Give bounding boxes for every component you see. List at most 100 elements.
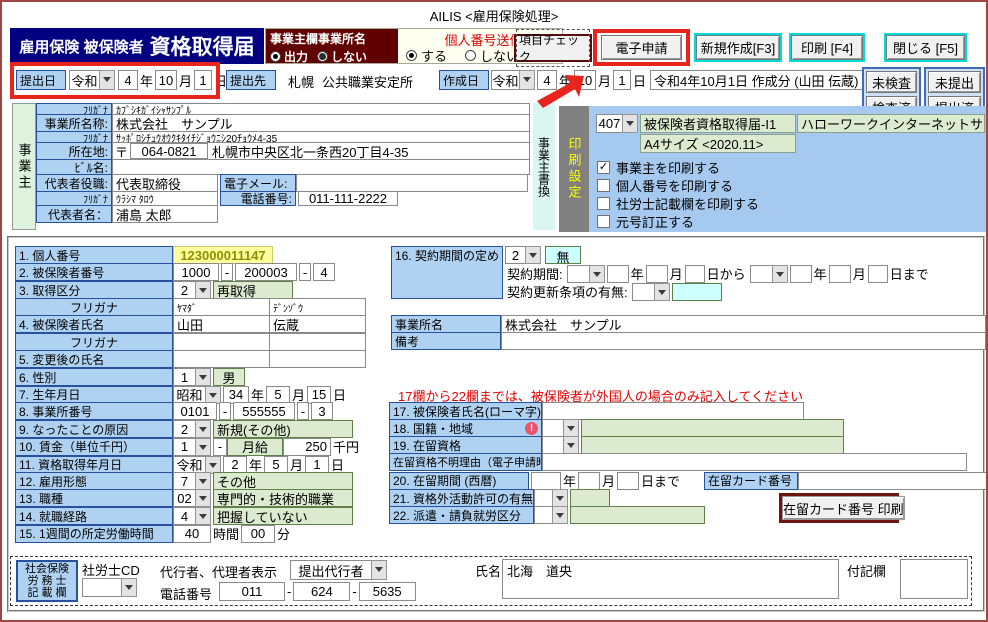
status-unsubmitted-button[interactable]: 未提出	[928, 71, 981, 93]
reason-select[interactable]: 2	[173, 420, 211, 438]
submit-month-field[interactable]: 10	[155, 70, 177, 90]
newname1-field[interactable]	[173, 350, 270, 368]
employer-addr-label: 所在地:	[36, 142, 112, 160]
insured-name2-field[interactable]: 伝蔵	[269, 315, 366, 333]
birth-day-field[interactable]: 15	[307, 386, 331, 404]
insured-kana1-field[interactable]: ﾔﾏﾀﾞ	[173, 298, 270, 316]
office-name-field[interactable]: 株式会社 サンプル	[501, 315, 986, 333]
employer-name-field[interactable]: 株式会社 サンプル	[112, 114, 530, 132]
unit-from-day: 日から	[707, 264, 746, 283]
wage-select[interactable]: 1	[173, 438, 211, 456]
newname-kana2-field[interactable]	[269, 333, 366, 351]
insured-no-c[interactable]: 4	[313, 263, 335, 281]
created-note-field[interactable]: 令和4年10月1日 作成分 (山田 伝蔵)	[650, 70, 893, 90]
week-minutes-field[interactable]: 00	[241, 525, 275, 543]
postal-code-field[interactable]: 064-0821	[130, 143, 208, 159]
week-hours-field[interactable]: 40	[173, 525, 211, 543]
residence-card-print-button[interactable]: 在留カード番号 印刷	[779, 493, 899, 523]
office-no-b[interactable]: 555555	[233, 402, 295, 420]
created-era-select[interactable]: 令和	[491, 70, 535, 90]
activity-permit-select[interactable]	[534, 489, 568, 507]
print-sharoushi-checkbox[interactable]	[597, 197, 610, 210]
sex-select[interactable]: 1	[173, 368, 211, 386]
dispatch-select[interactable]	[534, 506, 568, 524]
submit-day-field[interactable]: 1	[194, 70, 212, 90]
biko-field[interactable]	[501, 332, 986, 350]
insured-no-b[interactable]: 200003	[235, 263, 297, 281]
contract-from-year[interactable]	[607, 265, 629, 283]
contract-to-year[interactable]	[790, 265, 812, 283]
job-type-select[interactable]: 02	[173, 489, 211, 507]
newname2-field[interactable]	[269, 350, 366, 368]
residence-unknown-reason-field[interactable]	[542, 453, 967, 471]
form-banner: 雇用保険 被保険者 資格取得届	[10, 28, 264, 64]
close-button[interactable]: 閉じる [F5]	[886, 35, 965, 60]
fuki-field[interactable]	[900, 559, 968, 599]
contract-term-select[interactable]: 2	[505, 246, 541, 264]
insured-name1-field[interactable]: 山田	[173, 315, 270, 333]
roman-name-field[interactable]	[542, 402, 804, 420]
job-route-select[interactable]: 4	[173, 507, 211, 525]
birth-month-field[interactable]: 5	[266, 386, 290, 404]
acq-year-field[interactable]: 2	[223, 456, 247, 474]
print-mynumber-label: 個人番号を印刷する	[616, 176, 733, 195]
residence-until-month[interactable]	[578, 472, 600, 490]
building-field[interactable]	[112, 159, 530, 175]
insured-no-a[interactable]: 1000	[173, 263, 219, 281]
output-radio[interactable]	[270, 51, 281, 62]
rep-kana-field[interactable]: ｳﾗｼﾏ ﾀﾛｳ	[112, 191, 218, 206]
residence-until-day[interactable]	[617, 472, 639, 490]
residence-card-field[interactable]	[798, 472, 988, 490]
rep-role-field[interactable]: 代表取締役	[112, 174, 218, 192]
contract-to-era-select[interactable]	[750, 265, 788, 283]
print-button[interactable]: 印刷 [F4]	[791, 35, 863, 60]
e-apply-button[interactable]: 電子申請	[601, 35, 682, 60]
contract-from-month[interactable]	[646, 265, 668, 283]
contract-to-month[interactable]	[829, 265, 851, 283]
mynumber-yes-radio[interactable]	[406, 50, 417, 61]
mynumber-no-radio[interactable]	[465, 50, 476, 61]
submit-year-field[interactable]: 4	[118, 70, 138, 90]
birth-era-select[interactable]: 昭和	[173, 386, 221, 404]
residence-until-year[interactable]	[531, 472, 561, 490]
acq-type-select[interactable]: 2	[173, 281, 211, 299]
newname-kana1-field[interactable]	[173, 333, 270, 351]
insured-kana2-field[interactable]: ﾃﾞﾝｿﾞｳ	[269, 298, 366, 316]
agent-select[interactable]: 提出代行者	[290, 560, 387, 580]
item-check-button[interactable]: 項目チェック	[514, 34, 592, 62]
acq-day-field[interactable]: 1	[305, 456, 329, 474]
tel-field[interactable]: 011-111-2222	[298, 191, 398, 206]
submit-era-select[interactable]: 令和	[69, 70, 115, 90]
wage-amount-field[interactable]: 250	[283, 438, 331, 456]
status-unchecked-button[interactable]: 未検査	[866, 71, 917, 93]
contract-from-day[interactable]	[685, 265, 705, 283]
residence-status-select[interactable]	[542, 436, 579, 454]
contract-to-day[interactable]	[868, 265, 888, 283]
office-no-c[interactable]: 3	[311, 402, 333, 420]
footer-name-field[interactable]: 北海 道央	[502, 559, 839, 599]
new-button[interactable]: 新規作成[F3]	[696, 35, 780, 60]
footer-tel-a[interactable]: 011	[219, 582, 285, 601]
office-no-a[interactable]: 0101	[173, 402, 217, 420]
sharoushi-cd-select[interactable]	[82, 578, 137, 597]
created-day-field[interactable]: 1	[613, 70, 631, 90]
nationality-select[interactable]	[542, 419, 579, 437]
renewal-clause-select[interactable]	[632, 283, 670, 301]
footer-tel-c[interactable]: 5635	[359, 582, 416, 601]
print-era-fix-checkbox[interactable]	[597, 215, 610, 228]
mynumber-field[interactable]: 123000011147	[173, 246, 273, 264]
contract-from-era-select[interactable]	[567, 265, 605, 283]
form-code-select[interactable]: 407	[596, 114, 638, 133]
acq-era-select[interactable]: 令和	[173, 456, 221, 474]
print-mynumber-checkbox[interactable]	[597, 179, 610, 192]
emp-form-select[interactable]: 7	[173, 472, 211, 490]
emp-form-text: その他	[213, 472, 353, 490]
rep-name-field[interactable]: 浦島 太郎	[112, 205, 218, 223]
footer-tel-b[interactable]: 624	[293, 582, 350, 601]
print-employer-checkbox[interactable]: ✓	[597, 161, 610, 174]
birth-year-field[interactable]: 34	[223, 386, 249, 404]
output-no-radio[interactable]	[317, 51, 328, 62]
email-field[interactable]	[296, 174, 528, 192]
f21-label: 21. 資格外活動許可の有無	[389, 489, 534, 507]
acq-month-field[interactable]: 5	[264, 456, 288, 474]
